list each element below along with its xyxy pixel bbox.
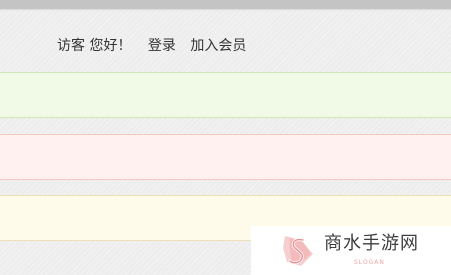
watermark-slogan: SLOGAN xyxy=(354,259,385,266)
watermark-site-name: 商水手游网 xyxy=(324,233,419,254)
s-logo-icon xyxy=(283,236,313,266)
pink-panel xyxy=(0,134,451,180)
user-bar: 访客 您好！ 登录 加入会员 xyxy=(57,36,246,56)
visitor-greeting: 访客 您好！ xyxy=(57,38,132,54)
top-strip-shadow xyxy=(0,9,451,11)
login-link[interactable]: 登录 xyxy=(148,36,176,56)
site-watermark: 商水手游网 SLOGAN xyxy=(251,226,451,275)
top-strip xyxy=(0,0,451,9)
green-panel xyxy=(0,72,451,118)
join-member-link[interactable]: 加入会员 xyxy=(190,36,246,56)
